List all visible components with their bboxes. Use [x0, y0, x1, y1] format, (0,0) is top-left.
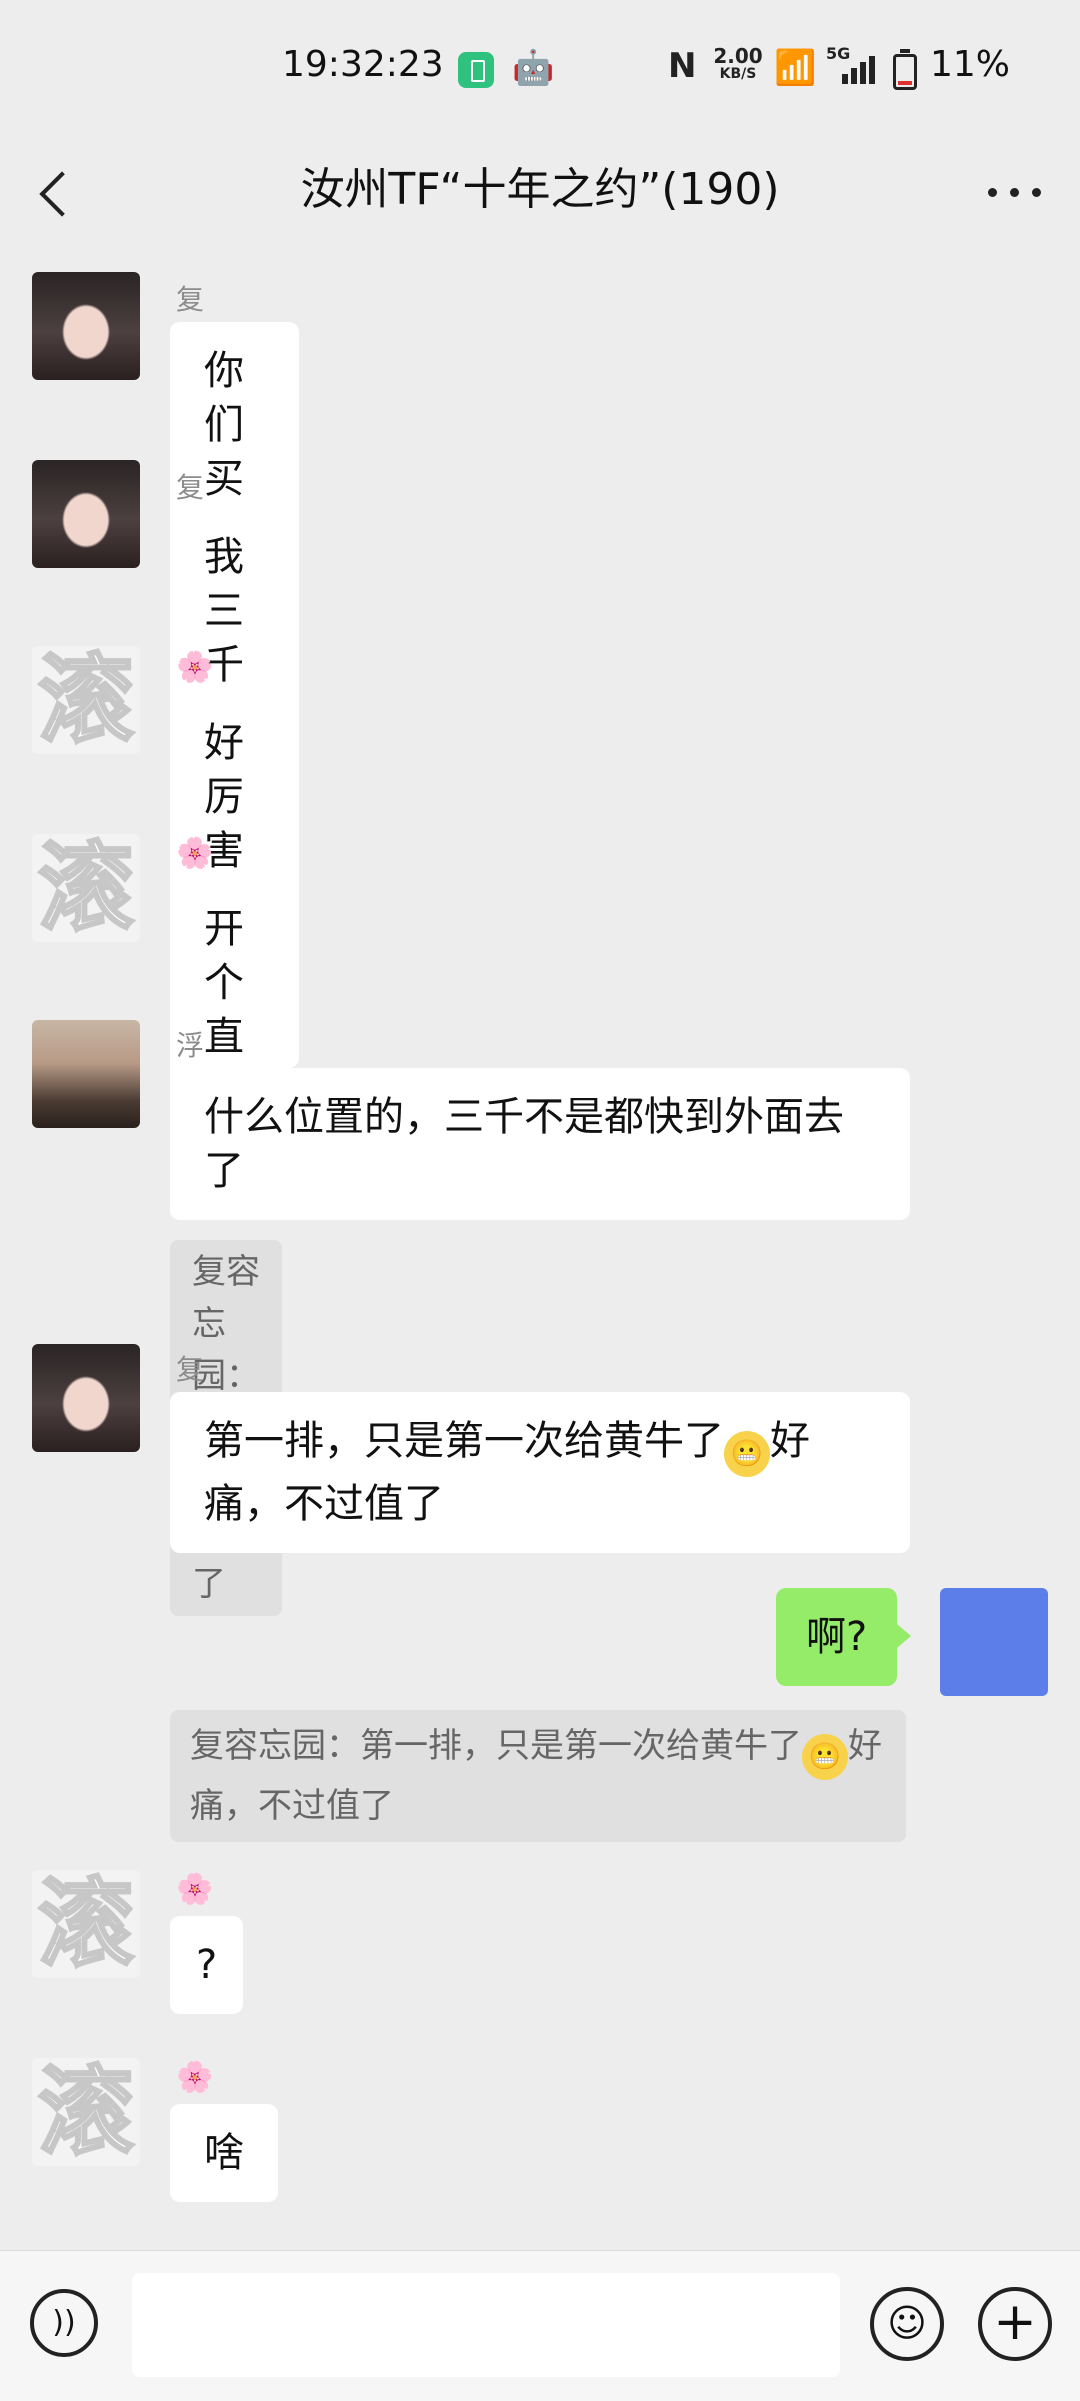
message-bubble[interactable]: 第一排，只是第一次给黄牛了 😬 好痛，不过值了: [170, 1392, 910, 1553]
sender-name: 🌸: [176, 1872, 214, 1907]
battery-app-icon: [458, 52, 494, 88]
emoji-icon[interactable]: ☺: [870, 2287, 944, 2361]
message-bubble[interactable]: 啥: [170, 2104, 278, 2202]
input-bar: )) ☺ +: [0, 2250, 1080, 2401]
sender-name: 🌸: [176, 2060, 214, 2095]
message-input[interactable]: [132, 2273, 840, 2377]
network-speed: 2.00 KB/S: [710, 46, 766, 82]
avatar-glyph: 滚: [37, 1870, 136, 1978]
battery-percent: 11%: [930, 44, 1011, 85]
wifi-icon: 📶: [774, 48, 817, 88]
android-icon: 🤖: [512, 48, 555, 88]
signal-bars-icon: [842, 56, 876, 84]
avatar-glyph: 滚: [37, 834, 136, 942]
network-speed-value: 2.00: [713, 44, 763, 68]
plus-icon[interactable]: +: [978, 2287, 1052, 2361]
avatar[interactable]: 滚: [32, 1870, 140, 1978]
chevron-left-icon[interactable]: [30, 150, 90, 230]
avatar[interactable]: [940, 1588, 1048, 1696]
sender-name: 🌸: [176, 836, 214, 871]
nfc-icon: N: [668, 46, 697, 86]
status-bar: 19:32:23 🤖 N 2.00 KB/S 📶 5G 11%: [0, 0, 1080, 140]
avatar[interactable]: 滚: [32, 834, 140, 942]
voice-icon[interactable]: )): [30, 2289, 98, 2357]
more-dots-icon[interactable]: [980, 156, 1050, 226]
avatar[interactable]: [32, 460, 140, 568]
message-bubble[interactable]: ?: [170, 1916, 244, 2014]
message-text: 第一排，只是第一次给黄牛了: [204, 1418, 724, 1464]
status-time: 19:32:23: [282, 44, 444, 85]
grimace-emoji-icon: 😬: [724, 1431, 770, 1477]
quote-text: 复容忘园：第一排，只是第一次给黄牛了: [190, 1726, 802, 1766]
battery-icon: [893, 49, 917, 90]
grimace-emoji-icon: 😬: [802, 1734, 848, 1780]
avatar[interactable]: 滚: [32, 646, 140, 754]
avatar[interactable]: 滚: [32, 2058, 140, 2166]
avatar[interactable]: [32, 272, 140, 380]
quoted-reply[interactable]: 复容忘园：第一排，只是第一次给黄牛了 😬 好痛，不过值了: [170, 1710, 906, 1842]
avatar-glyph: 滚: [37, 2058, 136, 2166]
chat-header: 汝州TF“十年之约”(190): [0, 140, 1080, 240]
avatar[interactable]: [32, 1020, 140, 1128]
message-bubble[interactable]: 啊?: [776, 1588, 912, 1686]
network-speed-unit: KB/S: [719, 66, 757, 82]
avatar[interactable]: [32, 1344, 140, 1452]
chat-title: 汝州TF“十年之约”(190): [300, 164, 780, 215]
sender-name: 🌸: [176, 650, 214, 685]
message-bubble[interactable]: 什么位置的，三千不是都快到外面去了: [170, 1068, 910, 1220]
avatar-glyph: 滚: [37, 646, 136, 754]
